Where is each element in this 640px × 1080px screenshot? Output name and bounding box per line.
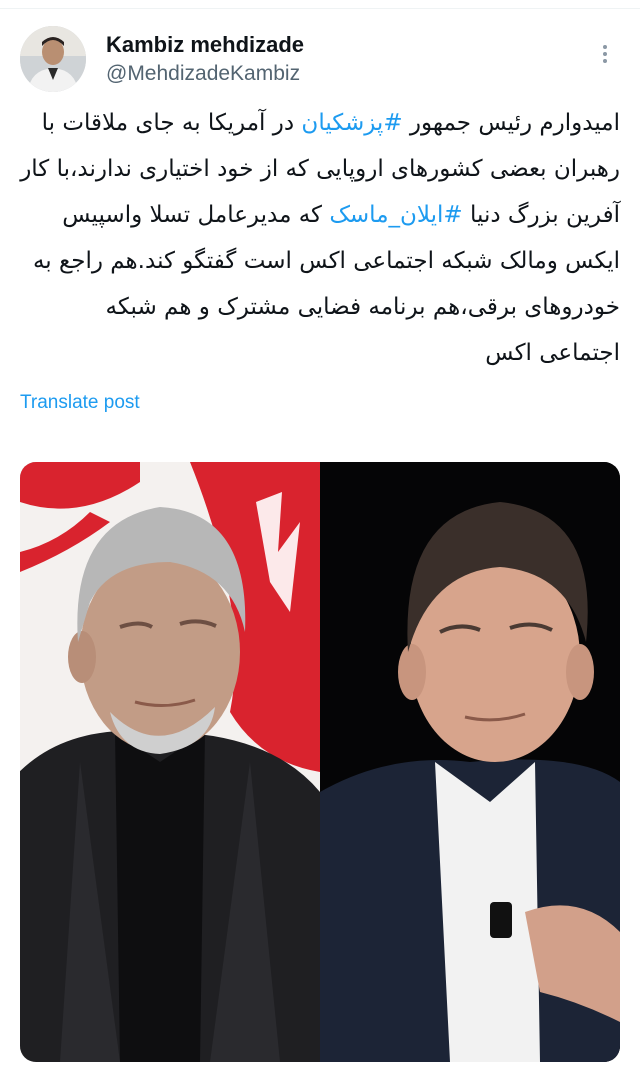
avatar-photo [20,26,86,92]
media-photo [20,462,620,1062]
display-name[interactable]: Kambiz mehdizade [106,32,304,58]
left-portrait [20,462,320,1062]
user-handle[interactable]: @MehdizadeKambiz [106,62,300,86]
tweet-text-part: امیدوارم رئیس جمهور [402,110,620,136]
avatar[interactable] [20,26,86,92]
tweet-media[interactable] [20,462,620,1062]
tweet-text: امیدوارم رئیس جمهور #پزشکیان در آمریکا ب… [20,100,620,376]
hashtag-elon-musk[interactable]: #ایلان_ماسک [329,202,462,228]
top-divider [0,8,640,9]
translate-post-link[interactable]: Translate post [20,392,140,414]
more-vertical-icon[interactable] [598,42,612,70]
hashtag-pezeshkian[interactable]: #پزشکیان [301,110,402,136]
right-portrait [320,462,620,1062]
